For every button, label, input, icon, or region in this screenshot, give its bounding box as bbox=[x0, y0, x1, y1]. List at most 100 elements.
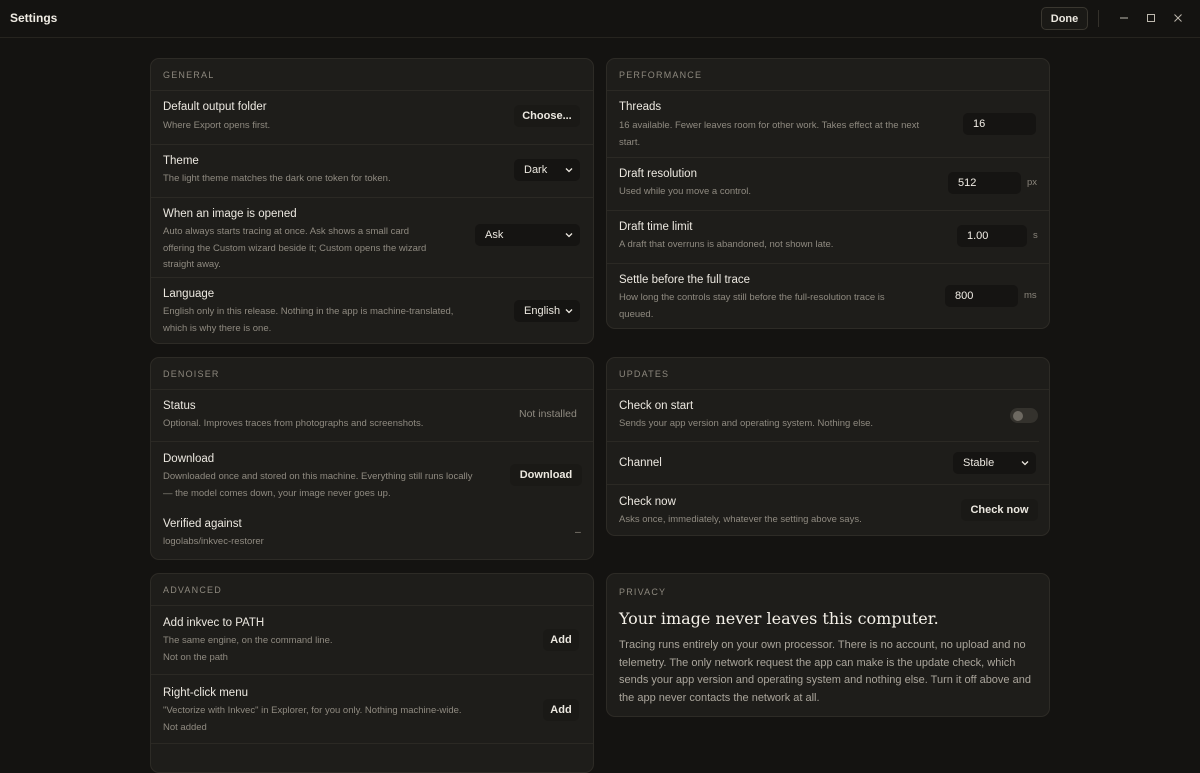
setting-title: Language bbox=[163, 288, 215, 300]
description-line: start. bbox=[619, 136, 641, 148]
setting-title: Default output folder bbox=[163, 101, 267, 113]
setting-title: Draft time limit bbox=[619, 221, 693, 233]
window-title: Settings bbox=[10, 11, 58, 25]
setting-row-verified: Verified against logolabs/inkvec-restore… bbox=[151, 507, 593, 559]
check-on-start-toggle[interactable] bbox=[1010, 408, 1038, 423]
setting-description: Sends your app version and operating sys… bbox=[619, 418, 874, 429]
privacy-heading: Your image never leaves this computer. bbox=[619, 609, 939, 628]
unit-label: px bbox=[1027, 177, 1038, 188]
channel-select[interactable]: Stable bbox=[953, 452, 1036, 474]
setting-description: English only in this release. Nothing in… bbox=[163, 304, 453, 337]
setting-title: When an image is opened bbox=[163, 208, 297, 220]
title-bar: Settings Done bbox=[0, 0, 1200, 38]
toggle-knob bbox=[1013, 410, 1023, 421]
draft-resolution-input[interactable]: 512 bbox=[948, 172, 1021, 194]
theme-select[interactable]: Dark bbox=[514, 159, 580, 181]
description-line: English only in this release. Nothing in… bbox=[163, 306, 454, 317]
description-line: which is why there is one. bbox=[163, 322, 272, 334]
check-now-button[interactable]: Check now bbox=[961, 499, 1038, 521]
description-line: The same engine, on the command line. bbox=[163, 635, 333, 646]
path-status: Not on the path bbox=[163, 651, 228, 663]
section-label-general: GENERAL bbox=[163, 70, 215, 80]
chevron-down-icon bbox=[1021, 461, 1029, 466]
setting-row-check-on-start: Check on start Sends your app version an… bbox=[607, 389, 1049, 441]
setting-row-draft-resolution: Draft resolution Used while you move a c… bbox=[607, 157, 1049, 210]
add-right-click-button[interactable]: Add bbox=[543, 699, 579, 721]
setting-title: Right-click menu bbox=[163, 687, 248, 699]
setting-title: Status bbox=[163, 400, 196, 412]
setting-title: Add inkvec to PATH bbox=[163, 617, 265, 629]
setting-row-channel: Channel Stable bbox=[607, 441, 1039, 484]
setting-description: Downloaded once and stored on this machi… bbox=[163, 469, 472, 502]
setting-row-theme: Theme The light theme matches the dark o… bbox=[151, 144, 593, 197]
description-line: Downloaded once and stored on this machi… bbox=[163, 471, 473, 482]
image-opened-select[interactable]: Ask bbox=[475, 224, 580, 246]
section-label-performance: PERFORMANCE bbox=[619, 70, 703, 80]
minimize-icon[interactable] bbox=[1113, 8, 1135, 28]
choose-folder-button[interactable]: Choose... bbox=[514, 105, 580, 127]
performance-card: PERFORMANCE Threads 16 available. Fewer … bbox=[606, 58, 1050, 329]
done-button[interactable]: Done bbox=[1041, 7, 1088, 30]
setting-row-path: Add inkvec to PATH The same engine, on t… bbox=[151, 605, 593, 674]
setting-description: 16 available. Fewer leaves room for othe… bbox=[619, 118, 919, 151]
setting-description: The same engine, on the command line. No… bbox=[163, 633, 333, 666]
setting-row-right-click: Right-click menu "Vectorize with Inkvec"… bbox=[151, 674, 593, 743]
section-label-privacy: PRIVACY bbox=[619, 587, 667, 597]
close-icon[interactable] bbox=[1167, 8, 1189, 28]
section-label-advanced: ADVANCED bbox=[163, 585, 222, 595]
setting-title: Verified against bbox=[163, 518, 242, 530]
channel-select-value: Stable bbox=[963, 457, 995, 469]
description-line: queued. bbox=[619, 308, 654, 320]
advanced-card: ADVANCED Add inkvec to PATH The same eng… bbox=[150, 573, 594, 773]
setting-row-settle: Settle before the full trace How long th… bbox=[607, 263, 1049, 328]
chevron-down-icon bbox=[565, 168, 573, 173]
setting-description: Asks once, immediately, whatever the set… bbox=[619, 514, 862, 525]
setting-title: Check now bbox=[619, 496, 676, 508]
maximize-icon[interactable] bbox=[1140, 8, 1162, 28]
unit-label: ms bbox=[1024, 290, 1037, 301]
verified-value: – bbox=[575, 526, 581, 538]
chevron-down-icon bbox=[565, 233, 573, 238]
add-to-path-button[interactable]: Add bbox=[543, 629, 579, 651]
setting-description: A draft that overruns is abandoned, not … bbox=[619, 239, 834, 250]
chevron-down-icon bbox=[565, 309, 573, 314]
language-select[interactable]: English bbox=[514, 300, 580, 322]
description-line: straight away. bbox=[163, 259, 221, 270]
image-opened-select-value: Ask bbox=[485, 229, 504, 241]
download-button[interactable]: Download bbox=[510, 464, 582, 486]
privacy-body: Tracing runs entirely on your own proces… bbox=[619, 639, 1031, 704]
setting-description: Where Export opens first. bbox=[163, 120, 271, 131]
setting-row-check-now: Check now Asks once, immediately, whatev… bbox=[607, 484, 1049, 535]
description-line: "Vectorize with Inkvec" in Explorer, for… bbox=[163, 705, 462, 716]
setting-description: Auto always starts tracing at once. Ask … bbox=[163, 224, 426, 274]
language-select-value: English bbox=[524, 305, 561, 317]
setting-description: Optional. Improves traces from photograp… bbox=[163, 418, 424, 429]
setting-row-language: Language English only in this release. N… bbox=[151, 277, 593, 343]
setting-description: logolabs/inkvec-restorer bbox=[163, 536, 264, 547]
denoiser-status-badge: Not installed bbox=[519, 408, 577, 420]
setting-description: "Vectorize with Inkvec" in Explorer, for… bbox=[163, 703, 462, 736]
setting-title: Threads bbox=[619, 101, 662, 113]
settle-input[interactable]: 800 bbox=[945, 285, 1018, 307]
setting-title: Channel bbox=[619, 457, 662, 469]
theme-select-value: Dark bbox=[524, 164, 548, 176]
setting-row-output-folder: Default output folder Where Export opens… bbox=[151, 90, 593, 144]
titlebar-divider bbox=[1098, 10, 1099, 27]
setting-title: Download bbox=[163, 453, 215, 465]
setting-description: How long the controls stay still before … bbox=[619, 290, 885, 323]
setting-title: Theme bbox=[163, 155, 199, 167]
threads-input[interactable]: 16 bbox=[963, 113, 1036, 135]
setting-title: Settle before the full trace bbox=[619, 274, 751, 286]
setting-description: Used while you move a control. bbox=[619, 186, 752, 197]
draft-time-limit-input[interactable]: 1.00 bbox=[957, 225, 1027, 247]
section-label-updates: UPDATES bbox=[619, 369, 670, 379]
privacy-card: PRIVACY Your image never leaves this com… bbox=[606, 573, 1050, 717]
description-line: offering the Custom wizard beside it; Cu… bbox=[163, 242, 427, 254]
unit-label: s bbox=[1033, 230, 1038, 241]
description-line: 16 available. Fewer leaves room for othe… bbox=[619, 120, 920, 131]
section-label-denoiser: DENOISER bbox=[163, 369, 220, 379]
setting-row-image-opened: When an image is opened Auto always star… bbox=[151, 197, 593, 277]
description-line: How long the controls stay still before … bbox=[619, 292, 885, 303]
denoiser-card: DENOISER Status Optional. Improves trace… bbox=[150, 357, 594, 560]
right-click-status: Not added bbox=[163, 721, 207, 733]
